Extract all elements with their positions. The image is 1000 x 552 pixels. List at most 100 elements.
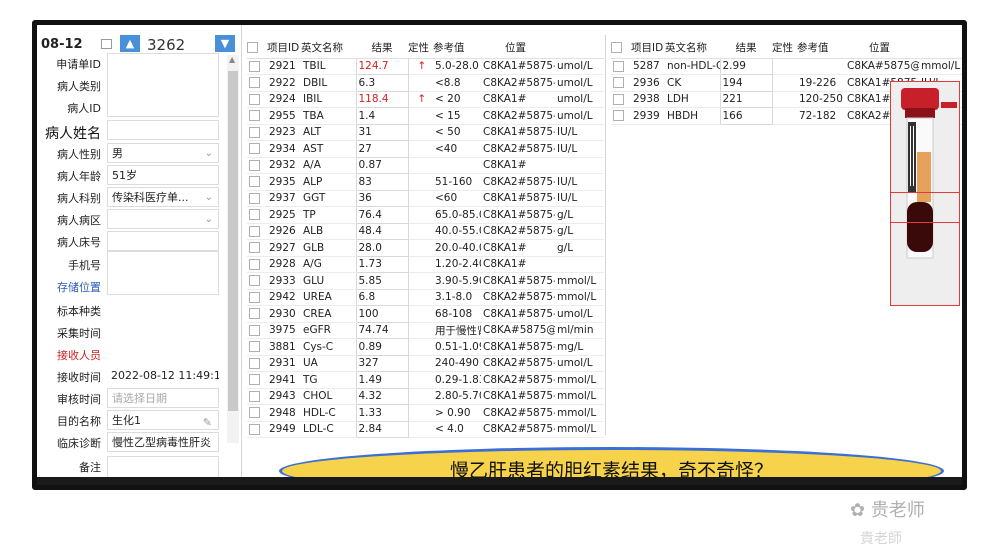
col-header-id[interactable]: 项目ID [267, 37, 301, 59]
table-row[interactable]: 2927 GLB 28.0 20.0-40.0 C8KA1# g/L [247, 239, 604, 257]
row-select-cell[interactable] [247, 404, 267, 422]
table-row[interactable]: 2930CREA100 68-108C8KA1#5875-3umol/L [247, 305, 604, 323]
row-checkbox[interactable] [249, 143, 260, 155]
row-select-cell[interactable] [611, 107, 631, 125]
result-cell[interactable]: 36 [355, 189, 409, 207]
row-select-cell[interactable] [247, 107, 267, 125]
result-cell[interactable]: 27 [355, 140, 409, 158]
row-select-cell[interactable] [611, 74, 631, 92]
row-checkbox[interactable] [613, 77, 624, 89]
row-select-cell[interactable] [247, 305, 267, 323]
row-select-cell[interactable] [247, 140, 267, 158]
select-all-cell[interactable] [611, 37, 631, 59]
result-cell[interactable]: 1.73 [355, 255, 409, 273]
row-checkbox[interactable] [613, 60, 624, 72]
table-row[interactable]: 2926ALB48.4 40.0-55.0C8KA2#5875-3g/L [247, 222, 604, 240]
field-value[interactable]: ⌄ [107, 209, 219, 229]
scrollbar-thumb[interactable] [228, 71, 238, 411]
result-cell[interactable]: 76.4 [355, 206, 409, 224]
result-cell[interactable]: 4.32 [355, 387, 409, 405]
result-cell[interactable]: 194 [719, 74, 773, 92]
row-checkbox[interactable] [249, 275, 260, 287]
row-checkbox[interactable] [249, 242, 260, 254]
col-header-pos[interactable]: 位置 [481, 37, 555, 59]
table-row[interactable]: 2937GGT36 <60C8KA1#5875-3IU/L [247, 189, 604, 207]
row-checkbox[interactable] [249, 390, 260, 402]
row-checkbox[interactable] [249, 357, 260, 369]
row-select-cell[interactable] [247, 206, 267, 224]
result-cell[interactable]: 5.85 [355, 272, 409, 290]
row-checkbox[interactable] [249, 60, 260, 72]
select-all-checkbox[interactable] [611, 41, 622, 53]
row-select-cell[interactable] [247, 256, 267, 273]
field-value[interactable]: 传染科医疗单... ⌄ [107, 187, 219, 207]
row-checkbox[interactable] [249, 93, 260, 105]
row-checkbox[interactable] [249, 423, 260, 435]
left-panel-scrollbar[interactable]: ▲ [227, 55, 239, 443]
table-row[interactable]: 2922DBIL6.3 <8.8C8KA2#5875-3umol/L [247, 74, 604, 92]
table-row[interactable]: 2924 IBIL 118.4 ↑ < 20 C8KA1# umol/L [247, 90, 604, 108]
result-cell[interactable]: 166 [719, 107, 773, 125]
row-select-cell[interactable] [247, 124, 267, 141]
table-row[interactable]: 2931UA327 240-490C8KA2#5875-3umol/L [247, 354, 604, 372]
table-row[interactable]: 2933GLU5.85 3.90-5.90C8KA1#5875-3mmol/L [247, 272, 604, 290]
col-header-flag[interactable]: 定性 [408, 37, 433, 59]
table-row[interactable]: 2955TBA1.4 < 15C8KA2#5875-3umol/L [247, 107, 604, 125]
row-select-cell[interactable] [247, 157, 267, 174]
table-row[interactable]: 2942UREA6.8 3.1-8.0C8KA2#5875-3mmol/L [247, 288, 604, 306]
row-select-cell[interactable] [247, 91, 267, 108]
table-row[interactable]: 2932 A/A 0.87 C8KA1# [247, 156, 604, 174]
table-row[interactable]: 2925TP76.4 65.0-85.0C8KA1#5875-3g/L [247, 206, 604, 224]
row-select-cell[interactable] [247, 223, 267, 240]
field-value[interactable] [107, 300, 219, 320]
row-checkbox[interactable] [249, 374, 260, 386]
chevron-down-icon[interactable]: ⌄ [205, 144, 213, 162]
result-cell[interactable]: 1.4 [355, 107, 409, 125]
table-row[interactable]: 5287non-HDL-C2.99 C8KA#5875@3mmol/L [611, 57, 962, 75]
row-select-cell[interactable] [247, 74, 267, 92]
field-value[interactable]: 男 ⌄ [107, 143, 219, 163]
row-checkbox[interactable] [249, 324, 260, 336]
phone-storage-box[interactable] [107, 251, 219, 295]
result-cell[interactable]: 0.87 [355, 156, 409, 174]
chevron-down-icon[interactable]: ⌄ [205, 210, 213, 228]
col-header-result[interactable]: 结果 [356, 37, 408, 59]
field-value[interactable]: 51岁 [107, 165, 219, 185]
result-cell[interactable]: 221 [719, 90, 773, 108]
result-cell[interactable]: 83 [355, 173, 409, 191]
row-select-cell[interactable] [247, 289, 267, 306]
table-row[interactable]: 2949LDL-C2.84 < 4.0C8KA2#5875-3mmol/L [247, 420, 604, 438]
row-checkbox[interactable] [249, 341, 260, 353]
result-cell[interactable]: 327 [355, 354, 409, 372]
table-row[interactable]: 2935ALP83 51-160C8KA2#5875-3IU/L [247, 173, 604, 191]
result-cell[interactable]: 0.89 [355, 338, 409, 356]
field-value[interactable]: 2022-08-12 11:49:15 [107, 366, 219, 386]
row-checkbox[interactable] [249, 407, 260, 419]
col-header-ref[interactable]: 参考值 [433, 37, 481, 59]
table-row[interactable]: 2948HDL-C1.33 > 0.90C8KA2#5875-3mmol/L [247, 404, 604, 422]
row-select-cell[interactable] [247, 355, 267, 372]
patient-id-box[interactable] [107, 53, 219, 117]
row-select-cell[interactable] [247, 173, 267, 191]
table-row[interactable]: 2923ALT31 < 50C8KA1#5875-3IU/L [247, 123, 604, 141]
result-cell[interactable]: 28.0 [355, 239, 409, 257]
table-row[interactable]: 3975eGFR74.74 用于慢性肾C8KA#5875@3ml/min [247, 321, 604, 339]
result-cell[interactable]: 6.8 [355, 288, 409, 306]
row-select-cell[interactable] [247, 421, 267, 438]
table-row[interactable]: 2928 A/G 1.73 1.20-2.40 C8KA1# [247, 255, 604, 273]
row-select-cell[interactable] [247, 272, 267, 290]
field-value[interactable] [107, 344, 219, 364]
row-checkbox[interactable] [249, 110, 260, 122]
row-select-cell[interactable] [247, 322, 267, 339]
result-cell[interactable]: 2.99 [719, 57, 773, 75]
result-cell[interactable]: 100 [355, 305, 409, 323]
row-checkbox[interactable] [249, 77, 260, 89]
table-row[interactable]: 2921TBIL124.7↑5.0-28.0C8KA1#5875-3umol/L [247, 57, 604, 75]
row-checkbox[interactable] [249, 225, 260, 237]
edit-icon[interactable]: ✎ [203, 413, 212, 429]
field-value[interactable]: 请选择日期 [107, 388, 219, 408]
result-cell[interactable]: 31 [355, 123, 409, 141]
col-header-ref[interactable]: 参考值 [797, 37, 845, 59]
result-cell[interactable]: 1.49 [355, 371, 409, 389]
field-value[interactable] [107, 231, 219, 251]
